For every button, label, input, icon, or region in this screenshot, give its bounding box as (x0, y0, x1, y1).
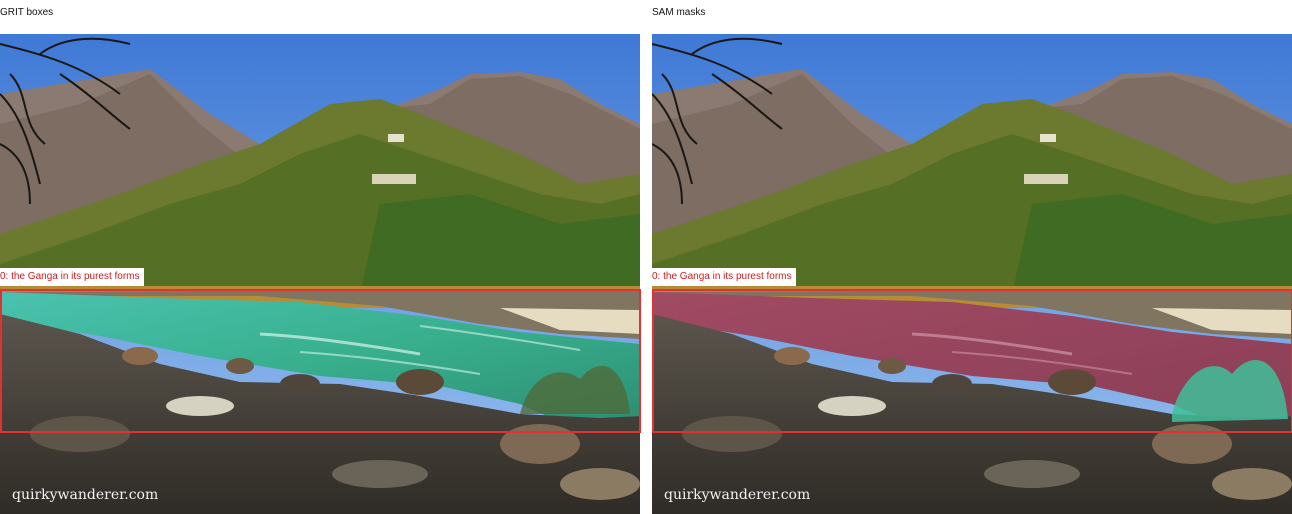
box-label: 0: the Ganga in its purest forms (652, 268, 796, 286)
sam-masks-panel: SAM masks quirkywanderer.com 0: the Gang… (652, 0, 1292, 514)
box-label: 0: the Ganga in its purest forms (0, 268, 144, 286)
grit-boxes-panel: GRIT boxes quirkywanderer.com 0: the Gan… (0, 0, 641, 514)
panel-title: SAM masks (652, 7, 706, 18)
watermark-text: quirkywanderer.com (12, 487, 158, 503)
grit-bounding-box (0, 289, 641, 433)
sam-bounding-box (652, 289, 1292, 433)
panel-title: GRIT boxes (0, 7, 54, 18)
watermark-text: quirkywanderer.com (664, 487, 810, 503)
